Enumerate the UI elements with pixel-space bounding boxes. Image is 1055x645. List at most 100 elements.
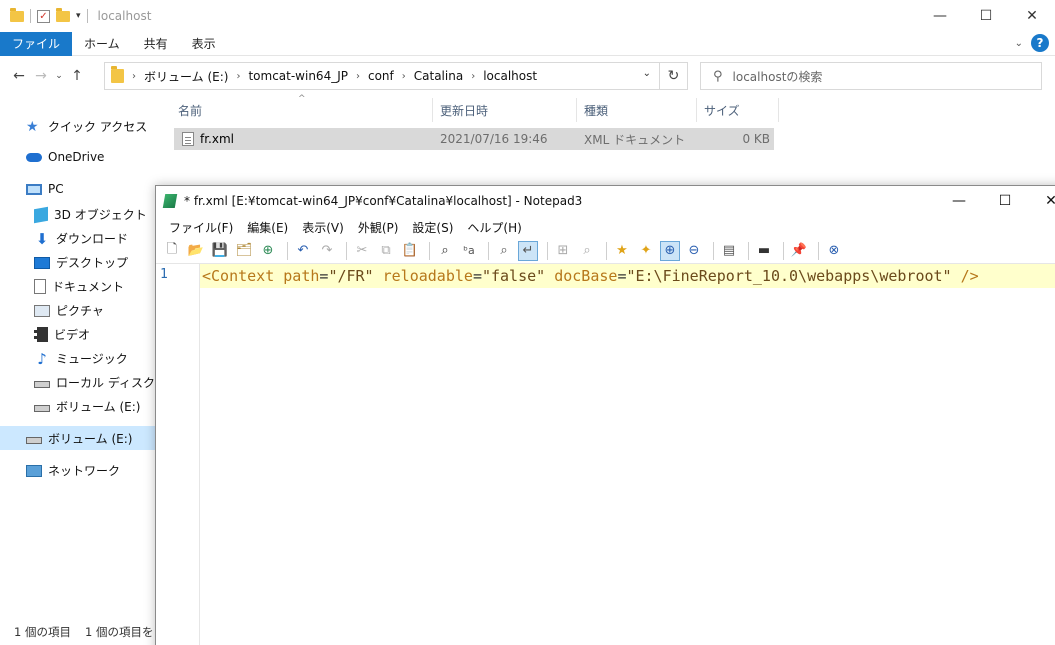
add-favorite-star-icon[interactable]: ✦ (636, 241, 656, 261)
menu-settings[interactable]: 設定(S) (405, 219, 460, 236)
properties-check-icon[interactable]: ✓ (37, 9, 50, 23)
xml-tag-open: <Context (202, 267, 275, 285)
chevron-right-icon[interactable]: › (236, 71, 240, 82)
nav-item-network[interactable]: ネットワーク (26, 462, 120, 479)
maximize-button[interactable]: ☐ (963, 0, 1009, 32)
menu-appearance[interactable]: 外観(P) (351, 219, 406, 236)
column-divider[interactable] (778, 98, 779, 122)
expand-ribbon-icon[interactable]: ⌄ (1015, 38, 1023, 49)
nav-item-downloads[interactable]: ⬇ ダウンロード (34, 230, 128, 247)
favorites-star-icon[interactable]: ★ (612, 241, 632, 261)
nav-item-documents[interactable]: ドキュメント (34, 278, 124, 295)
fullscreen-icon[interactable]: ▬ (754, 241, 774, 261)
back-arrow-icon[interactable]: ← (8, 68, 30, 84)
zoom-in-icon[interactable]: ⊕ (660, 240, 680, 261)
find-binoculars-icon[interactable]: ⌕ (435, 241, 455, 261)
breadcrumb-conf[interactable]: conf (368, 69, 394, 83)
column-divider[interactable] (432, 98, 433, 122)
tab-view[interactable]: 表示 (180, 32, 228, 56)
tab-file[interactable]: ファイル (0, 31, 73, 56)
tab-home[interactable]: ホーム (72, 32, 132, 56)
customize-schemes-icon[interactable]: ▤ (719, 241, 739, 261)
minimize-button[interactable]: — (936, 186, 982, 216)
chevron-right-icon[interactable]: › (471, 71, 475, 82)
xml-tag-close: /> (960, 267, 979, 285)
code-line[interactable]: <Context path="/FR" reloadable="false" d… (202, 266, 979, 286)
minimize-button[interactable]: — (917, 0, 963, 32)
chevron-right-icon[interactable]: › (402, 71, 406, 82)
column-header-modified[interactable]: 更新日時 (440, 96, 488, 124)
chevron-down-icon[interactable]: ⌄ (643, 68, 651, 79)
maximize-button[interactable]: ☐ (982, 186, 1028, 216)
zoom-selection-icon[interactable]: ⊞ (553, 241, 573, 261)
paste-icon[interactable]: 📋 (400, 241, 420, 261)
zoom-out-icon[interactable]: ⊖ (684, 241, 704, 261)
editor-area[interactable]: 1 <Context path="/FR" reloadable="false"… (156, 264, 1055, 645)
table-row[interactable]: fr.xml 2021/07/16 19:46 XML ドキュメント 0 KB (174, 128, 774, 150)
divider (429, 241, 430, 260)
address-bar[interactable]: › ボリューム (E:) › tomcat-win64_JP › conf › … (104, 62, 660, 90)
nav-item-quick-access[interactable]: ★ クイック アクセス (26, 118, 147, 135)
xml-value: "false" (481, 267, 546, 285)
customize-dropdown-icon[interactable]: ▾ (76, 11, 81, 21)
breadcrumb-tomcat[interactable]: tomcat-win64_JP (248, 69, 348, 83)
help-icon[interactable]: ? (1031, 34, 1049, 52)
open-folder-icon[interactable]: 📂 (186, 241, 206, 261)
nav-item-onedrive[interactable]: OneDrive (26, 150, 104, 164)
menu-view[interactable]: 表示(V) (295, 219, 351, 236)
pin-icon[interactable]: 📌 (789, 241, 809, 261)
chevron-right-icon[interactable]: › (132, 71, 136, 82)
column-header-name[interactable]: 名前 (178, 96, 202, 124)
new-folder-icon[interactable] (56, 7, 70, 22)
nav-item-label: ボリューム (E:) (56, 400, 141, 414)
nav-item-music[interactable]: ♪ ミュージック (34, 350, 128, 367)
new-file-icon[interactable]: 🗋 (162, 241, 182, 261)
search-placeholder: localhostの検索 (732, 69, 823, 84)
find-next-icon[interactable]: ⌕ (577, 241, 597, 261)
cut-icon[interactable]: ✂ (352, 241, 372, 261)
redo-icon[interactable]: ↷ (317, 241, 337, 261)
replace-icon[interactable]: ᵇa (459, 241, 479, 261)
nav-item-pc[interactable]: PC (26, 182, 64, 196)
nav-item-volume-e-selected[interactable]: ボリューム (E:) (0, 426, 160, 450)
exit-icon[interactable]: ⊗ (824, 241, 844, 261)
chevron-right-icon[interactable]: › (356, 71, 360, 82)
search-input[interactable]: ⚲ localhostの検索 (700, 62, 1042, 90)
downloads-icon: ⬇ (35, 229, 49, 248)
nav-item-desktop[interactable]: デスクトップ (34, 254, 128, 271)
save-icon[interactable]: 💾 (210, 241, 230, 261)
tab-share[interactable]: 共有 (132, 32, 180, 56)
close-button[interactable]: ✕ (1028, 186, 1055, 216)
copy-icon[interactable]: ⧉ (376, 241, 396, 261)
recent-locations-icon[interactable]: ⌄ (52, 71, 66, 81)
column-header-type[interactable]: 種類 (584, 96, 608, 124)
nav-item-pictures[interactable]: ピクチャ (34, 302, 104, 319)
divider (488, 241, 489, 260)
close-button[interactable]: ✕ (1009, 0, 1055, 32)
quick-access-toolbar: ✓ ▾ (0, 7, 88, 23)
word-wrap-icon[interactable]: ↵ (518, 240, 538, 261)
notepad3-window-controls: — ☐ ✕ (936, 186, 1055, 216)
up-arrow-icon[interactable]: ↑ (66, 68, 88, 84)
column-header-size[interactable]: サイズ (704, 96, 740, 124)
column-divider[interactable] (696, 98, 697, 122)
nav-item-3d-objects[interactable]: 3D オブジェクト (34, 206, 147, 223)
menu-edit[interactable]: 編集(E) (240, 219, 295, 236)
nav-item-videos[interactable]: ビデオ (34, 326, 90, 343)
column-divider[interactable] (576, 98, 577, 122)
breadcrumb-catalina[interactable]: Catalina (414, 69, 463, 83)
forward-arrow-icon[interactable]: → (30, 68, 52, 84)
videos-icon (34, 327, 48, 342)
nav-item-label: OneDrive (48, 150, 105, 164)
breadcrumb-volume[interactable]: ボリューム (E:) (144, 68, 228, 85)
volume-drive-icon (26, 436, 42, 444)
menu-file[interactable]: ファイル(F) (162, 219, 240, 236)
breadcrumb-localhost[interactable]: localhost (483, 69, 537, 83)
refresh-button[interactable]: ↻ (660, 62, 688, 90)
goto-icon[interactable]: ⌕ (494, 241, 514, 261)
undo-icon[interactable]: ↶ (293, 241, 313, 261)
menu-help[interactable]: ヘルプ(H) (460, 219, 528, 236)
save-as-icon[interactable]: 🗂 (234, 241, 254, 261)
nav-item-volume-e[interactable]: ボリューム (E:) (34, 398, 140, 415)
browse-icon[interactable]: ⊕ (258, 241, 278, 261)
